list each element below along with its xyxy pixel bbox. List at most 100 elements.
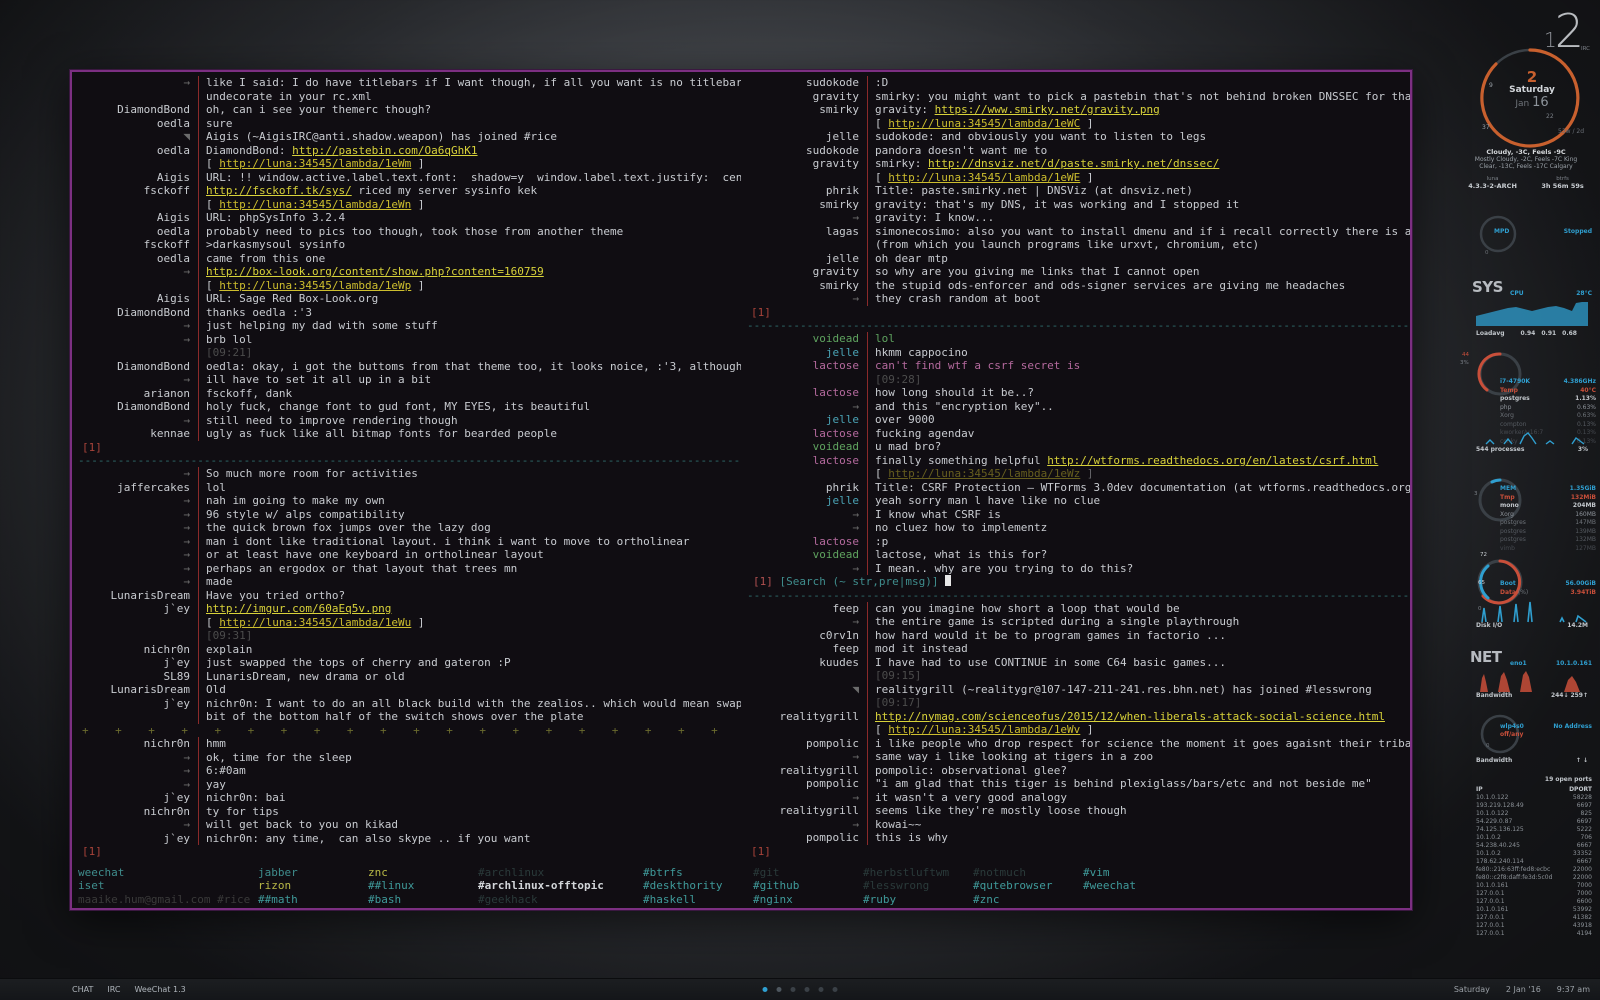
- chat-short-link[interactable]: http://luna:34545/lambda/1eWu: [219, 616, 411, 629]
- buflist-item[interactable]: #archlinux: [478, 866, 643, 880]
- buflist-item[interactable]: #ruby: [863, 893, 973, 907]
- buflist-item[interactable]: #btrfs: [643, 866, 753, 880]
- chat-link[interactable]: http://nymag.com/scienceofus/2015/12/whe…: [875, 710, 1385, 723]
- chat-link[interactable]: http://box-look.org/content/show.php?con…: [206, 265, 544, 278]
- nick-separator: [867, 601, 868, 615]
- chat-text: over 9000: [875, 413, 935, 426]
- buflist-item[interactable]: #lesswrong: [863, 879, 973, 893]
- buflist-item[interactable]: rizon: [258, 879, 368, 893]
- buflist-item[interactable]: #git: [753, 866, 863, 880]
- workspace-dot[interactable]: [818, 987, 824, 992]
- nick-separator: [867, 790, 868, 804]
- chat-message: I have had to use CONTINUE in some C64 b…: [875, 656, 1410, 670]
- chat-message: explain: [206, 643, 741, 657]
- buflist-item[interactable]: #vim: [1083, 866, 1193, 880]
- chat-link[interactable]: http://wtforms.readthedocs.org/en/latest…: [1047, 454, 1378, 467]
- buflist-item[interactable]: #znc: [973, 893, 1083, 907]
- chat-text: :D: [875, 76, 889, 89]
- chat-message: ill have to set it all up in a bit: [206, 373, 741, 387]
- taskbar-panel[interactable]: CHAT IRC WeeChat 1.3 Saturday 2 Jan '16 9:…: [0, 978, 1600, 1000]
- buflist-item[interactable]: #herbstluftwm: [863, 866, 973, 880]
- chat-short-link[interactable]: http://luna:34545/lambda/1eWz: [888, 467, 1080, 480]
- chat-text: ty for tips: [206, 804, 279, 818]
- chat-message: pandora doesn't want me to: [875, 144, 1410, 158]
- chat-nick: jelle: [825, 345, 859, 359]
- weechat-terminal-window[interactable]: → like I said: I do have titlebars if I w…: [70, 70, 1412, 910]
- chat-line: undecorate in your rc.xml: [78, 89, 741, 103]
- task-button[interactable]: WeeChat 1.3: [134, 985, 185, 994]
- chat-text: [: [206, 278, 220, 292]
- chat-nick: →: [183, 818, 190, 831]
- chat-text: ]: [411, 157, 425, 170]
- task-list[interactable]: CHAT IRC WeeChat 1.3: [0, 985, 186, 994]
- chat-short-link[interactable]: http://luna:34545/lambda/1eWv: [888, 723, 1080, 736]
- buflist-item[interactable]: ##math: [258, 893, 368, 907]
- buflist-item[interactable]: ##linux: [368, 879, 478, 893]
- buflist-item[interactable]: #geekhack: [478, 893, 643, 907]
- buffer-list[interactable]: weechat jabber znc #archlinux #btrfs #git #her…: [72, 866, 1410, 907]
- task-button[interactable]: CHAT: [72, 985, 93, 994]
- nick-separator: [198, 602, 199, 616]
- chat-message: seems like they're mostly loose though: [875, 804, 1410, 818]
- chat-link[interactable]: https://www.smirky.net/gravity.png: [935, 103, 1160, 116]
- port-ip: 10.1.0.161: [1476, 906, 1509, 913]
- nick-separator: [198, 278, 199, 292]
- chat-message: 96 style w/ alps compatibility: [206, 508, 741, 522]
- buflist-item[interactable]: #nginx: [753, 893, 863, 907]
- chat-message: [09:21]: [206, 346, 253, 359]
- chat-link[interactable]: http://fsckoff.tk/sys/: [206, 184, 352, 197]
- buflist-item[interactable]: maaike.hum@gmail.com #rice: [78, 893, 258, 907]
- buflist-item[interactable]: #haskell: [643, 893, 753, 907]
- chat-message: so why are you giving me links that I ca…: [875, 265, 1410, 279]
- chat-pane[interactable]: voidead lol jelle hkmm cappocino lactose can'…: [747, 332, 1410, 589]
- buflist-item[interactable]: #weechat: [1083, 879, 1193, 893]
- chat-link[interactable]: http://imgur.com/60aEq5v.png: [206, 602, 391, 615]
- buflist-item[interactable]: #archlinux-offtopic: [478, 879, 643, 893]
- chat-short-link[interactable]: http://luna:34545/lambda/1eWm: [219, 157, 411, 170]
- chat-link[interactable]: http://pastebin.com/Oa6qGhK1: [292, 144, 477, 157]
- host-btrfs: btrfs 3h 56m 59s: [1541, 176, 1584, 190]
- wlan-status: No Address: [1553, 723, 1592, 730]
- buflist-item[interactable]: iset: [78, 879, 258, 893]
- workspace-dot[interactable]: [832, 987, 838, 992]
- buflist-item[interactable]: #deskthority: [643, 879, 753, 893]
- wlan-ring-value: 0: [1486, 743, 1490, 749]
- chat-pane[interactable]: sudokode:D gravity smirky: you might want …: [747, 76, 1410, 319]
- chat-line: DiamondBond oh, can i see your themerc th…: [78, 103, 741, 117]
- workspace-dot[interactable]: [776, 987, 782, 992]
- chat-line: bit of the bottom half of the switch sho…: [78, 710, 741, 724]
- chat-pane[interactable]: → So much more room for activities jafferc…: [78, 467, 741, 859]
- chat-pane[interactable]: → like I said: I do have titlebars if I w…: [78, 76, 741, 454]
- chat-text: hmm: [206, 737, 226, 750]
- chat-short-link[interactable]: http://luna:34545/lambda/1eWC: [888, 117, 1080, 130]
- buflist-item[interactable]: #notmuch: [973, 866, 1083, 880]
- chat-text: [: [875, 723, 889, 736]
- chat-nick: nichr0n: [143, 642, 190, 656]
- workspace-dot[interactable]: [804, 987, 810, 992]
- chat-message: So much more room for activities: [206, 467, 741, 481]
- buflist-item[interactable]: #github: [753, 879, 863, 893]
- chat-message: probably need to pics too though, took t…: [206, 225, 741, 239]
- chat-message: gravity: https://www.smirky.net/gravity.…: [875, 103, 1410, 117]
- chat-short-link[interactable]: http://luna:34545/lambda/1eWp: [219, 279, 411, 292]
- search-input-bar[interactable]: [1] [Search (~ str,pre|msg)]: [747, 575, 1410, 589]
- chat-pane[interactable]: feep can you imagine how short a loop tha…: [747, 601, 1410, 859]
- chat-short-link[interactable]: http://luna:34545/lambda/1eWn: [219, 198, 411, 211]
- chat-nick: nichr0n: [143, 804, 190, 818]
- task-button[interactable]: IRC: [107, 985, 120, 994]
- workspace-dot[interactable]: [762, 987, 768, 992]
- chat-message: URL: !! window.active.label.text.font: s…: [206, 171, 741, 185]
- port-row: 127.0.0.1 4194: [1476, 930, 1592, 938]
- buflist-item[interactable]: jabber: [258, 866, 368, 880]
- chat-short-link[interactable]: http://luna:34545/lambda/1eWE: [888, 171, 1080, 184]
- workspace-dot[interactable]: [790, 987, 796, 992]
- buflist-item[interactable]: znc: [368, 866, 478, 880]
- chat-link[interactable]: http://dnsviz.net/d/paste.smirky.net/dns…: [928, 157, 1219, 170]
- buflist-item[interactable]: #qutebrowser: [973, 879, 1083, 893]
- chat-message: [ http://luna:34545/lambda/1eWC ]: [875, 117, 1410, 131]
- buflist-item[interactable]: weechat: [78, 866, 258, 880]
- workspace-pager[interactable]: [762, 987, 838, 992]
- chat-text: how hard would it be to program games in…: [875, 628, 1226, 642]
- buflist-item[interactable]: #bash: [368, 893, 478, 907]
- chat-nick: [747, 467, 867, 481]
